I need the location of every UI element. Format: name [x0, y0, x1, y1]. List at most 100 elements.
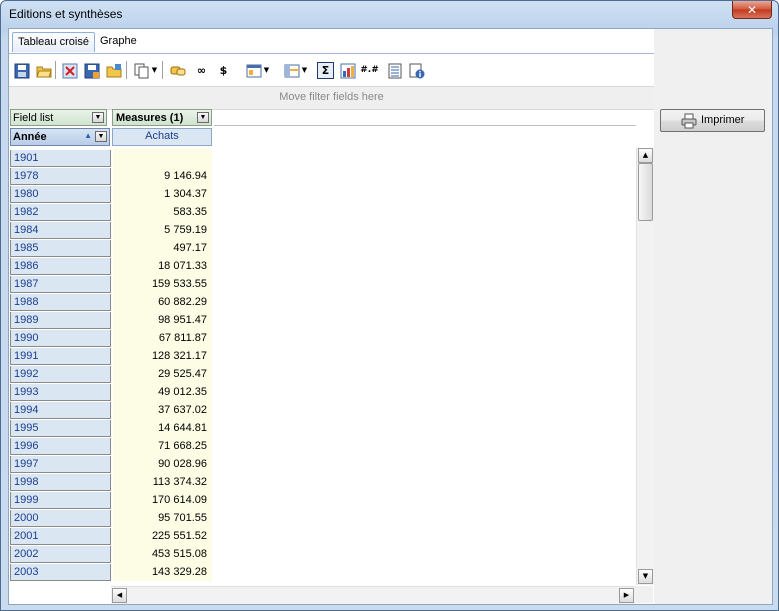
- info-icon[interactable]: [408, 62, 425, 79]
- row-header-year[interactable]: 1985: [10, 240, 111, 257]
- row-header-year[interactable]: 1987: [10, 276, 111, 293]
- row-header-year[interactable]: 2003: [10, 564, 111, 581]
- pivot-grid: 1901 1978 9 146.94 1980 1 304.37 1982 583.35 19…: [9, 149, 654, 589]
- value-cell[interactable]: 170 614.09: [113, 491, 212, 509]
- tab-graphe[interactable]: Graphe: [95, 32, 142, 52]
- value-cell[interactable]: [113, 149, 212, 167]
- value-cell[interactable]: 5 759.19: [113, 221, 212, 239]
- value-cell[interactable]: 60 882.29: [113, 293, 212, 311]
- value-cell[interactable]: 14 644.81: [113, 419, 212, 437]
- link-icon[interactable]: [169, 62, 186, 79]
- row-header-year[interactable]: 1989: [10, 312, 111, 329]
- chevron-down-icon[interactable]: ▼: [92, 112, 104, 123]
- row-header-year[interactable]: 1982: [10, 204, 111, 221]
- dropdown-arrow-icon[interactable]: ▼: [262, 62, 271, 79]
- copy-icon[interactable]: [133, 62, 150, 79]
- side-panel: Imprimer: [654, 29, 772, 604]
- dropdown-arrow-icon[interactable]: ▼: [300, 62, 309, 79]
- value-cell[interactable]: 583.35: [113, 203, 212, 221]
- row-header-year[interactable]: 1999: [10, 492, 111, 509]
- row-header-year[interactable]: 1996: [10, 438, 111, 455]
- row-header-year[interactable]: 1984: [10, 222, 111, 239]
- value-cell[interactable]: 29 525.47: [113, 365, 212, 383]
- row-header-year[interactable]: 1994: [10, 402, 111, 419]
- row-header-year[interactable]: 2001: [10, 528, 111, 545]
- row-header-year[interactable]: 1991: [10, 348, 111, 365]
- currency-icon[interactable]: $: [215, 62, 232, 79]
- filter-drop-zone[interactable]: Move filter fields here: [9, 86, 654, 110]
- measure-column-header[interactable]: Achats: [112, 128, 212, 146]
- value-cell[interactable]: 98 951.47: [113, 311, 212, 329]
- list-icon[interactable]: [386, 62, 403, 79]
- value-cell[interactable]: 128 321.17: [113, 347, 212, 365]
- value-cell[interactable]: 453 515.08: [113, 545, 212, 563]
- row-header-year[interactable]: 1978: [10, 168, 111, 185]
- value-cell[interactable]: 18 071.33: [113, 257, 212, 275]
- value-cell[interactable]: 71 668.25: [113, 437, 212, 455]
- row-header-year[interactable]: 1993: [10, 384, 111, 401]
- field-list-label: Field list: [13, 112, 54, 124]
- horizontal-scrollbar[interactable]: ◀ ▶: [111, 586, 636, 604]
- format-icon[interactable]: [283, 62, 300, 79]
- chart-icon[interactable]: [339, 62, 356, 79]
- row-header-year[interactable]: 2002: [10, 546, 111, 563]
- delete-icon[interactable]: [61, 62, 78, 79]
- value-cell[interactable]: 49 012.35: [113, 383, 212, 401]
- row-header-year[interactable]: 1998: [10, 474, 111, 491]
- row-header-year[interactable]: 1992: [10, 366, 111, 383]
- field-list-header[interactable]: Field list ▼: [10, 109, 107, 126]
- value-cell[interactable]: 95 701.55: [113, 509, 212, 527]
- scroll-up-icon[interactable]: ▲: [638, 148, 653, 163]
- sort-ascending-icon[interactable]: ▲: [84, 131, 92, 140]
- app-window: Editions et synthèses ✕ Tableau croisé G…: [0, 0, 779, 611]
- value-cell[interactable]: 143 329.28: [113, 563, 212, 581]
- print-button[interactable]: Imprimer: [660, 109, 765, 132]
- row-header-year[interactable]: 1901: [10, 150, 111, 167]
- row-header-year[interactable]: 1980: [10, 186, 111, 203]
- tab-tableau-croise[interactable]: Tableau croisé: [12, 32, 95, 52]
- toolbar: ▼ ∞ $ ▼ ▼ Σ #.#: [9, 54, 654, 85]
- value-cell[interactable]: 9 146.94: [113, 167, 212, 185]
- scroll-left-icon[interactable]: ◀: [112, 588, 127, 603]
- measures-header[interactable]: Measures (1) ▼: [112, 109, 212, 126]
- title-bar[interactable]: Editions et synthèses ✕: [1, 1, 778, 27]
- close-button[interactable]: ✕: [732, 1, 772, 19]
- value-cell[interactable]: 497.17: [113, 239, 212, 257]
- open-icon[interactable]: [35, 62, 52, 79]
- row-header-year[interactable]: 1995: [10, 420, 111, 437]
- row-header-year[interactable]: 2000: [10, 510, 111, 527]
- chevron-down-icon[interactable]: ▼: [95, 131, 107, 142]
- value-cell[interactable]: 159 533.55: [113, 275, 212, 293]
- tab-bar: Tableau croisé Graphe: [9, 29, 654, 54]
- value-cell[interactable]: 1 304.37: [113, 185, 212, 203]
- pivot-panel: Tableau croisé Graphe ▼ ∞ $ ▼ ▼ Σ #.# Mo…: [9, 29, 654, 604]
- value-cell[interactable]: 67 811.87: [113, 329, 212, 347]
- row-field-header[interactable]: Année ▲ ▼: [10, 128, 110, 146]
- printer-icon: [681, 113, 697, 132]
- row-header-year[interactable]: 1990: [10, 330, 111, 347]
- open-folder-icon[interactable]: [105, 62, 122, 79]
- save-as-icon[interactable]: [83, 62, 100, 79]
- header-divider: [214, 125, 636, 126]
- value-cell[interactable]: 113 374.32: [113, 473, 212, 491]
- row-header-year[interactable]: 1997: [10, 456, 111, 473]
- sum-icon[interactable]: Σ: [317, 62, 334, 79]
- row-header-year[interactable]: 1988: [10, 294, 111, 311]
- scroll-thumb[interactable]: [638, 163, 653, 221]
- number-format-icon[interactable]: #.#: [360, 62, 379, 79]
- save-icon[interactable]: [13, 62, 30, 79]
- measures-label: Measures (1): [116, 112, 184, 124]
- row-field-label: Année: [13, 131, 47, 143]
- infinity-icon[interactable]: ∞: [193, 62, 210, 79]
- value-cell[interactable]: 37 637.02: [113, 401, 212, 419]
- chevron-down-icon[interactable]: ▼: [197, 112, 209, 123]
- value-cell[interactable]: 90 028.96: [113, 455, 212, 473]
- dropdown-arrow-icon[interactable]: ▼: [150, 62, 159, 79]
- row-header-year[interactable]: 1986: [10, 258, 111, 275]
- layout-icon[interactable]: [245, 62, 262, 79]
- scroll-down-icon[interactable]: ▼: [638, 569, 653, 584]
- scroll-right-icon[interactable]: ▶: [619, 588, 634, 603]
- window-title: Editions et synthèses: [9, 7, 123, 21]
- value-cell[interactable]: 225 551.52: [113, 527, 212, 545]
- vertical-scrollbar[interactable]: ▲ ▼: [636, 148, 654, 585]
